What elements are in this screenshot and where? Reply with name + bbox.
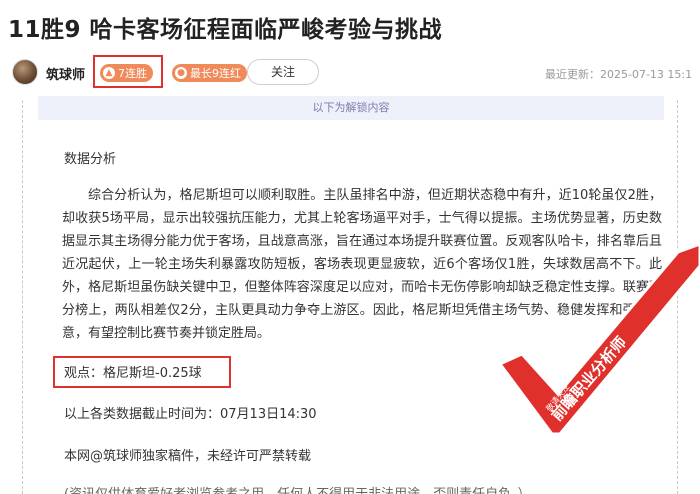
viewpoint-text: 观点：格尼斯坦-0.25球 [64,366,202,381]
disclaimer-text: (资讯仅供体育爱好者浏览参考之用，任何人不得用于非法用途，否则责任自负。） [64,483,531,494]
longest-badge-label: 最长9连红 [190,67,241,80]
flame-icon: ▲ [103,67,115,79]
last-updated: 最近更新：2025-07-13 15:1 [545,68,693,81]
medal-icon: ● [175,67,187,79]
author-row: 筑球师 ▲ 7连胜 ● 最长9连红 关注 最近更新：2025-07-13 15:… [10,55,700,88]
copyright-notice: 本网@筑球师独家稿件，未经许可严禁转载 [64,449,312,464]
longest-streak-badge: ● 最长9连红 [172,64,247,82]
check-stamp-watermark: 前瞻职业分析师 敬请关注 [500,244,700,436]
stamp-main-text: 前瞻职业分析师 [548,333,630,424]
author-name[interactable]: 筑球师 [46,64,85,83]
streak-badge: ▲ 7连胜 [100,64,153,82]
unlock-banner: 以下为解锁内容 [38,96,664,120]
article-title: 11胜9 哈卡客场征程面临严峻考验与挑战 [8,17,443,43]
section-title: 数据分析 [64,152,117,167]
data-cutoff-text: 以上各类数据截止时间为：07月13日14:30 [64,407,317,422]
avatar[interactable] [12,59,38,85]
follow-button[interactable]: 关注 [247,59,319,85]
checkmark-shape [500,244,700,436]
streak-badge-label: 7连胜 [118,67,147,80]
